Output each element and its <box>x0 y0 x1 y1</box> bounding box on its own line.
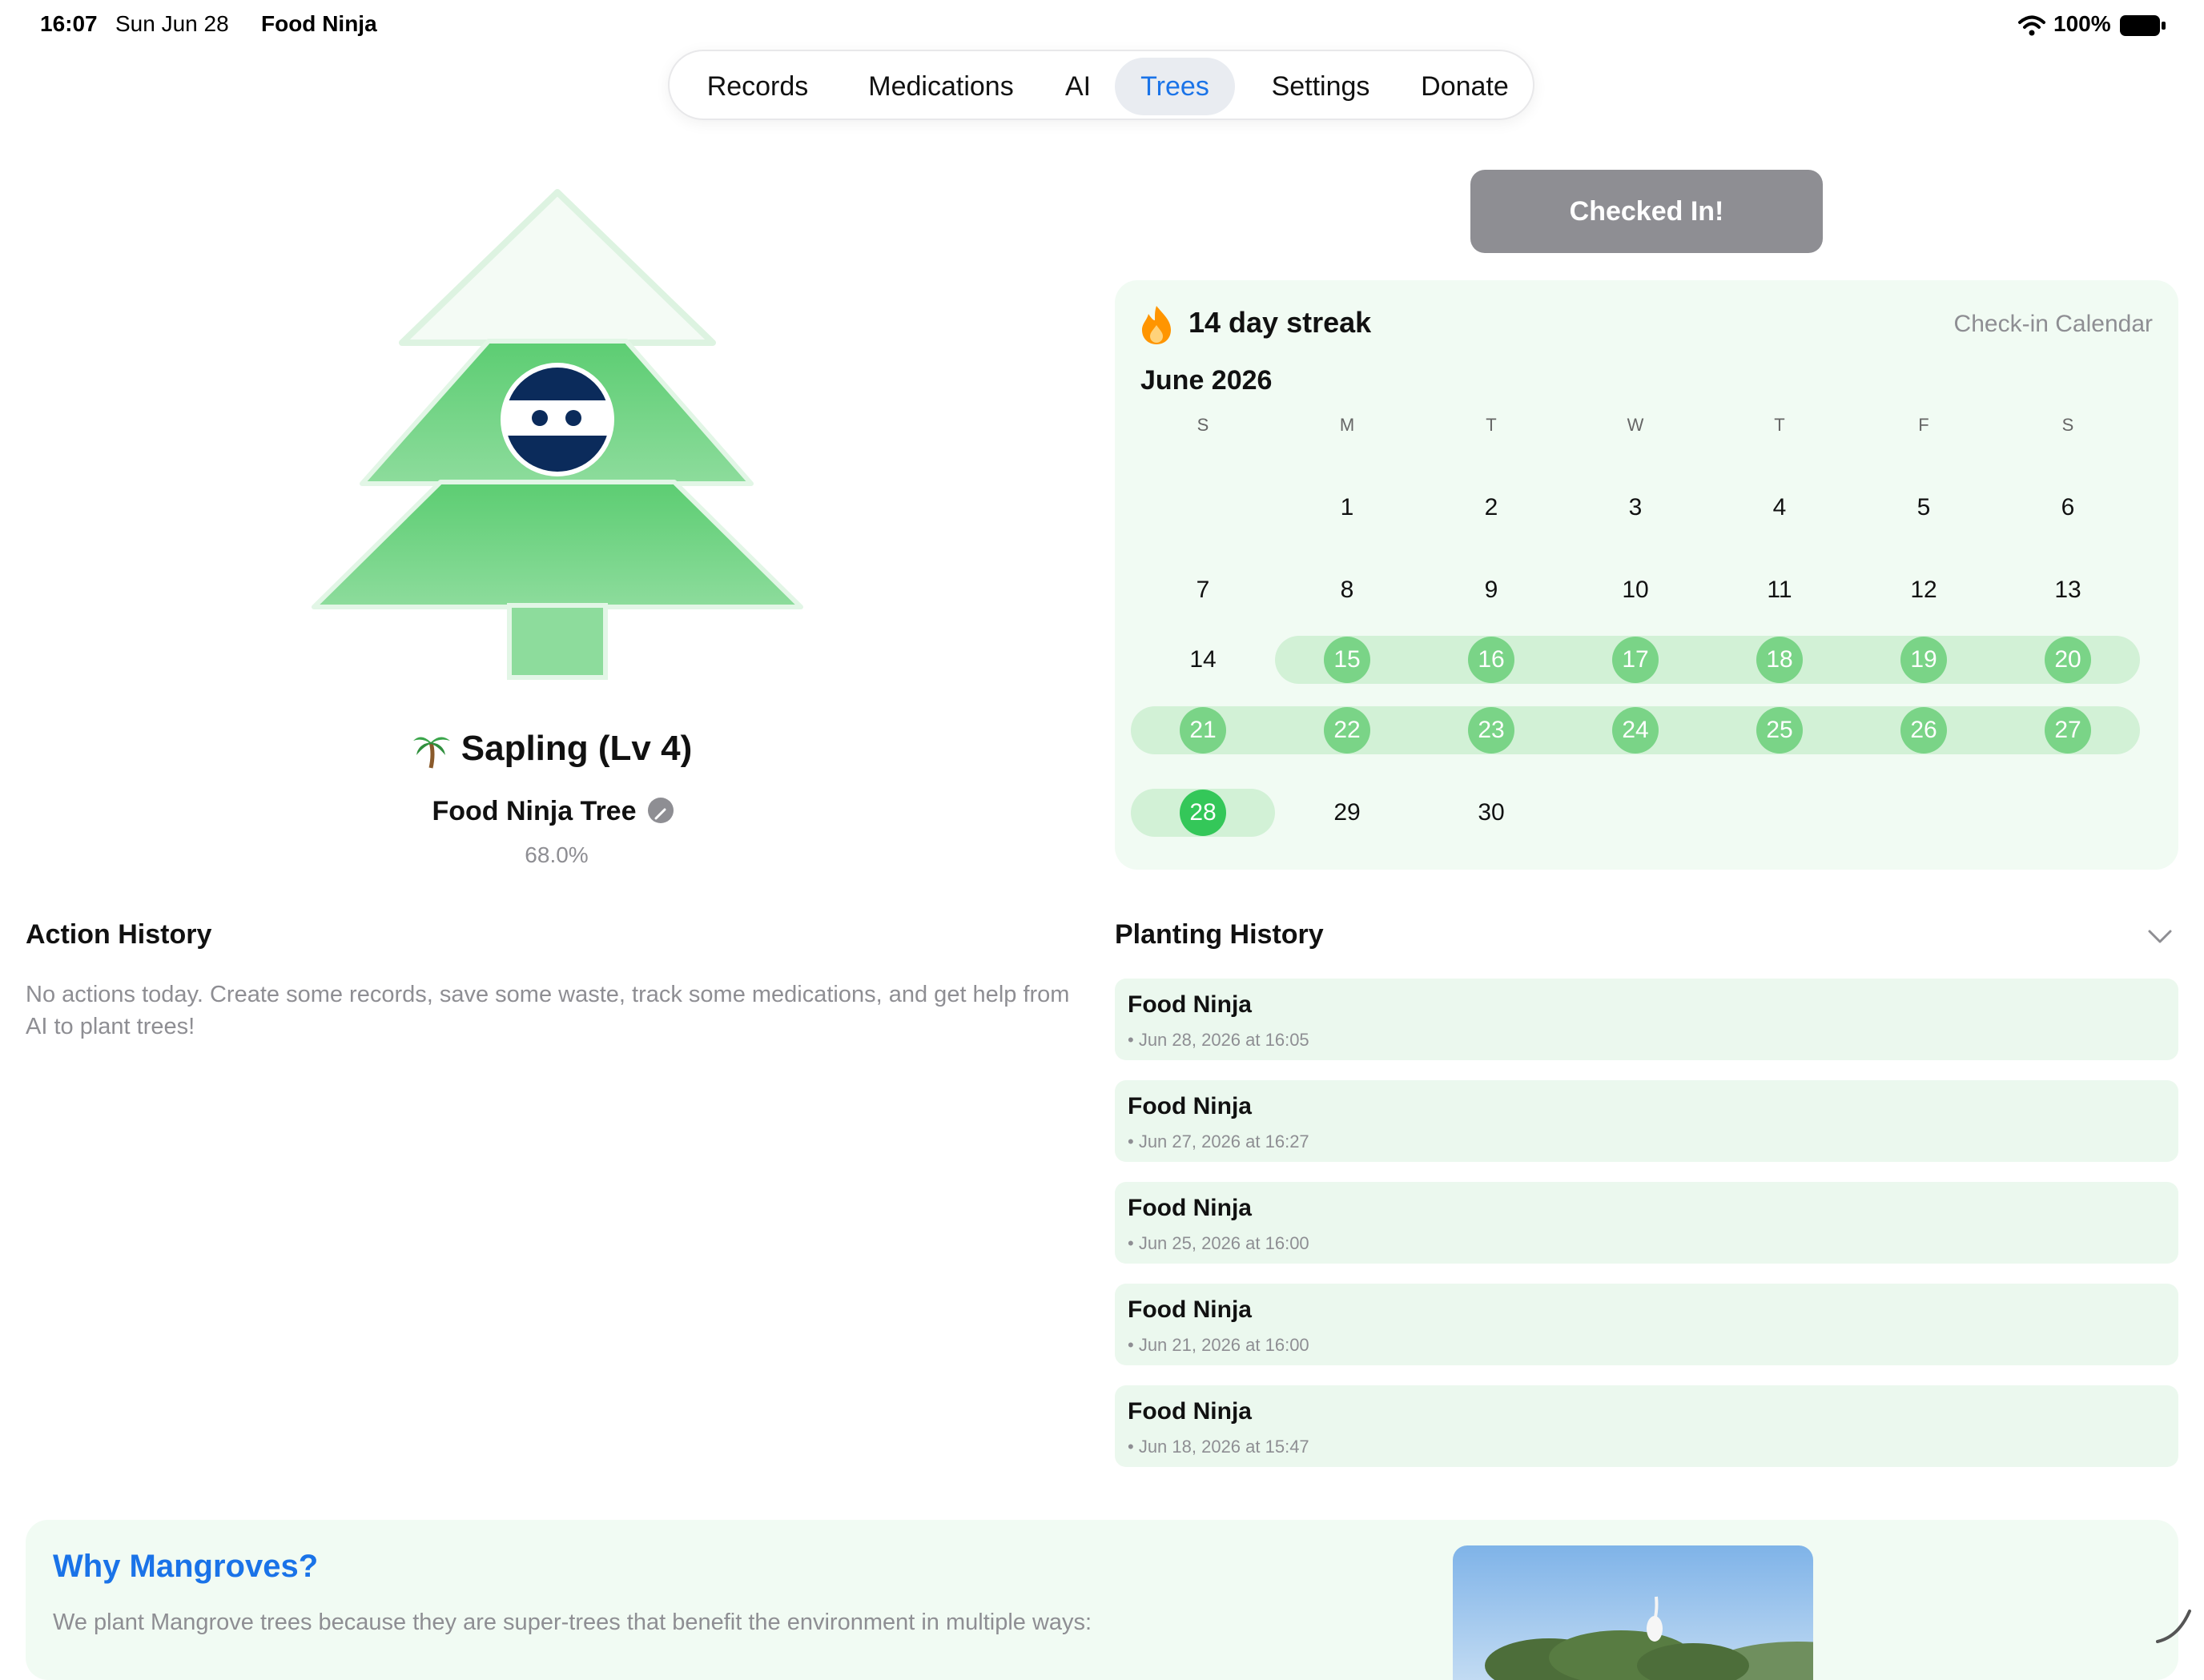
battery-percent: 100% <box>2053 11 2111 36</box>
calendar-day[interactable]: 20 <box>1996 637 2140 683</box>
calendar-day[interactable]: 19 <box>1852 637 1996 683</box>
calendar-day[interactable]: 16 <box>1419 637 1563 683</box>
planting-item-date: • Jun 27, 2026 at 16:27 <box>1128 1131 1309 1151</box>
weekday-label: S <box>1197 415 1209 435</box>
flame-icon <box>1142 306 1171 344</box>
action-history-title: Action History <box>26 919 212 950</box>
status-app-name: Food Ninja <box>261 11 377 36</box>
planting-item-name: Food Ninja <box>1128 1398 1252 1425</box>
calendar-day[interactable]: 15 <box>1275 637 1419 683</box>
planting-item-date: • Jun 25, 2026 at 16:00 <box>1128 1233 1309 1253</box>
why-mangroves-title: Why Mangroves? <box>53 1549 319 1584</box>
planting-item-name: Food Ninja <box>1128 1195 1252 1221</box>
calendar-day[interactable]: 14 <box>1131 637 1275 683</box>
status-bar: 16:07 Sun Jun 28 Food Ninja 100% <box>0 0 2204 51</box>
tab-bar: Records Medications AI Trees Settings Do… <box>668 50 1534 120</box>
weekday-label: T <box>1486 415 1497 435</box>
tree-name: Food Ninja Tree <box>432 796 637 826</box>
calendar-day[interactable]: 10 <box>1563 567 1707 613</box>
planting-history-item[interactable]: Food Ninja • Jun 28, 2026 at 16:05 <box>1115 979 2178 1060</box>
month-label: June 2026 <box>1140 365 1273 396</box>
calendar-day[interactable]: 18 <box>1707 637 1852 683</box>
calendar-day[interactable]: 9 <box>1419 567 1563 613</box>
mangrove-photo <box>1453 1545 1813 1680</box>
calendar-day[interactable]: 6 <box>1996 484 2140 531</box>
tree-level-label: Sapling (Lv 4) <box>461 729 693 768</box>
weekday-label: T <box>1774 415 1785 435</box>
calendar-day[interactable]: 23 <box>1419 707 1563 754</box>
calendar-day[interactable]: 11 <box>1707 567 1852 613</box>
tree-level: Sapling (Lv 4) <box>272 721 833 777</box>
wifi-icon <box>2018 15 2045 36</box>
planting-item-name: Food Ninja <box>1128 991 1252 1018</box>
tab-donate[interactable]: Donate <box>1408 58 1522 115</box>
planting-history-item[interactable]: Food Ninja • Jun 27, 2026 at 16:27 <box>1115 1080 2178 1162</box>
calendar-day[interactable]: 28 <box>1131 790 1275 836</box>
weekday-label: W <box>1627 415 1644 435</box>
planting-item-date: • Jun 28, 2026 at 16:05 <box>1128 1030 1309 1050</box>
calendar-day[interactable]: 24 <box>1563 707 1707 754</box>
streak-label: 14 day streak <box>1188 306 1372 339</box>
weekday-label: M <box>1339 415 1355 435</box>
calendar-day[interactable]: 26 <box>1852 707 1996 754</box>
planting-history-title: Planting History <box>1115 919 1324 950</box>
calendar-day[interactable]: 2 <box>1419 484 1563 531</box>
calendar-day[interactable]: 22 <box>1275 707 1419 754</box>
planting-item-name: Food Ninja <box>1128 1093 1252 1119</box>
action-history-empty-message: No actions today. Create some records, s… <box>26 982 1070 1039</box>
planting-history-item[interactable]: Food Ninja • Jun 25, 2026 at 16:00 <box>1115 1182 2178 1264</box>
status-date: Sun Jun 28 <box>115 11 229 36</box>
palm-tree-icon <box>412 737 450 769</box>
calendar-day[interactable]: 12 <box>1852 567 1996 613</box>
tree-illustration <box>312 189 803 680</box>
check-in-button[interactable]: Checked In! <box>1470 170 1823 253</box>
calendar-day[interactable]: 29 <box>1275 790 1419 836</box>
tree-name-row: Food Ninja Tree <box>320 791 785 831</box>
calendar-day[interactable]: 25 <box>1707 707 1852 754</box>
status-time: 16:07 <box>40 11 98 36</box>
calendar-day[interactable]: 8 <box>1275 567 1419 613</box>
tab-ai[interactable]: AI <box>1049 58 1107 115</box>
calendar-day[interactable]: 13 <box>1996 567 2140 613</box>
pencil-icon[interactable] <box>647 798 674 824</box>
calendar-day[interactable]: 7 <box>1131 567 1275 613</box>
calendar-day[interactable]: 3 <box>1563 484 1707 531</box>
planting-item-name: Food Ninja <box>1128 1296 1252 1323</box>
calendar-day[interactable]: 5 <box>1852 484 1996 531</box>
tab-trees[interactable]: Trees <box>1115 58 1235 115</box>
calendar-day[interactable]: 1 <box>1275 484 1419 531</box>
battery-icon <box>2120 15 2166 36</box>
tab-medications[interactable]: Medications <box>846 58 1036 115</box>
calendar-day[interactable]: 27 <box>1996 707 2140 754</box>
scroll-indicator[interactable] <box>2154 1605 2194 1645</box>
planting-history-item[interactable]: Food Ninja • Jun 18, 2026 at 15:47 <box>1115 1385 2178 1467</box>
calendar-day[interactable]: 17 <box>1563 637 1707 683</box>
weekday-label: S <box>2061 415 2074 435</box>
planting-item-date: • Jun 18, 2026 at 15:47 <box>1128 1437 1309 1457</box>
calendar-day[interactable]: 21 <box>1131 707 1275 754</box>
calendar-title: Check-in Calendar <box>1953 311 2153 337</box>
why-mangroves-text: We plant Mangrove trees because they are… <box>53 1610 1092 1635</box>
weekday-label: F <box>1918 415 1929 435</box>
planting-history-item[interactable]: Food Ninja • Jun 21, 2026 at 16:00 <box>1115 1284 2178 1365</box>
chevron-down-icon[interactable] <box>2146 922 2174 950</box>
tree-progress: 68.0% <box>525 842 589 867</box>
tab-records[interactable]: Records <box>689 58 826 115</box>
calendar-card: 14 day streak Check-in Calendar June 202… <box>1115 280 2178 870</box>
calendar-day[interactable]: 30 <box>1419 790 1563 836</box>
tab-settings[interactable]: Settings <box>1245 58 1397 115</box>
ninja-avatar-icon <box>501 363 614 476</box>
planting-item-date: • Jun 21, 2026 at 16:00 <box>1128 1335 1309 1355</box>
why-mangroves-card: Why Mangroves? We plant Mangrove trees b… <box>26 1520 2178 1680</box>
calendar-day[interactable]: 4 <box>1707 484 1852 531</box>
